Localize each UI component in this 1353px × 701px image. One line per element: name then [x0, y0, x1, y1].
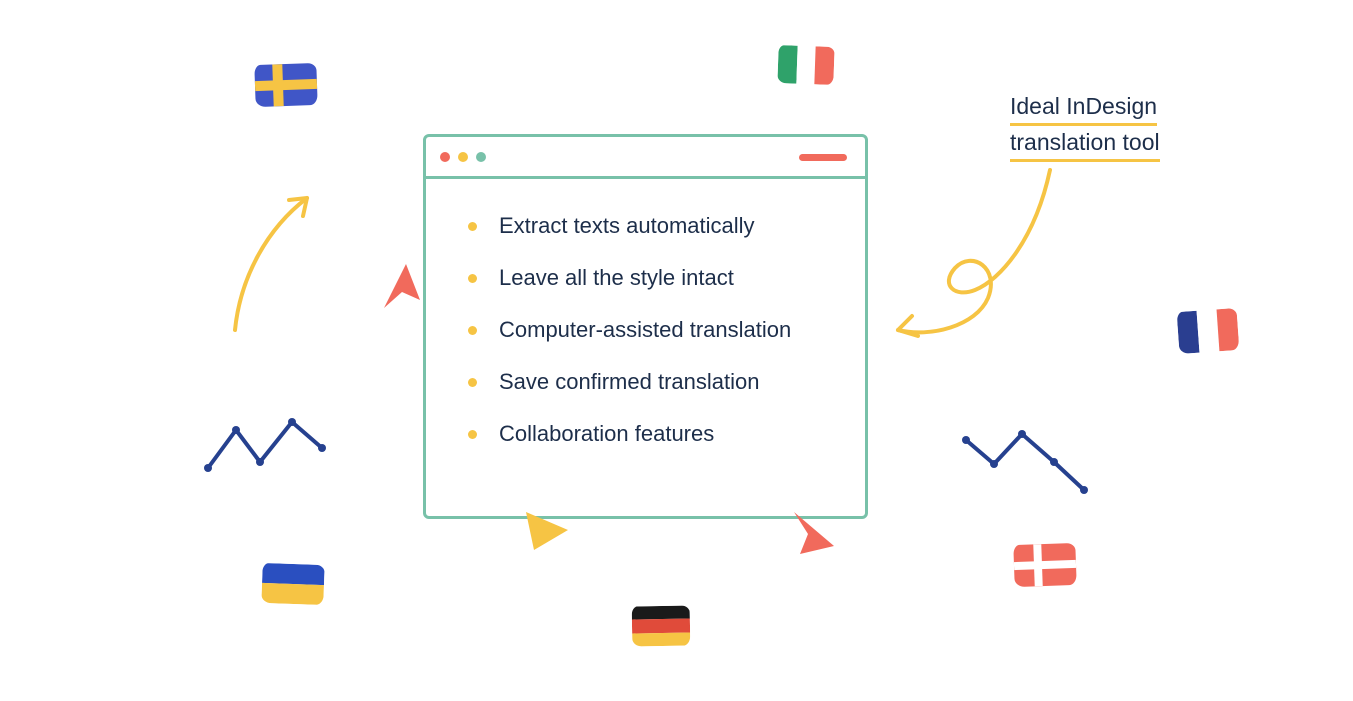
squiggle-right-icon	[960, 418, 1110, 508]
arrow-red-upper-left-icon	[370, 260, 430, 320]
feature-text: Leave all the style intact	[499, 265, 734, 291]
titlebar-accent-dash	[799, 154, 847, 161]
feature-item: Collaboration features	[468, 421, 837, 447]
arrow-callout-icon	[880, 150, 1100, 370]
feature-item: Computer-assisted translation	[468, 317, 837, 343]
flag-denmark-icon	[1013, 543, 1076, 587]
feature-text: Collaboration features	[499, 421, 714, 447]
feature-text: Computer-assisted translation	[499, 317, 791, 343]
window-body: Extract texts automatically Leave all th…	[426, 179, 865, 473]
feature-text: Save confirmed translation	[499, 369, 759, 395]
flag-ukraine-icon	[261, 563, 324, 605]
feature-item: Leave all the style intact	[468, 265, 837, 291]
flag-ireland-icon	[777, 45, 834, 85]
traffic-light-minimize-icon	[458, 152, 468, 162]
feature-list: Extract texts automatically Leave all th…	[468, 213, 837, 447]
flag-sweden-icon	[254, 63, 317, 107]
bullet-icon	[468, 326, 477, 335]
callout-line-1: Ideal InDesign	[1010, 90, 1157, 126]
feature-window: Extract texts automatically Leave all th…	[423, 134, 868, 519]
traffic-light-close-icon	[440, 152, 450, 162]
feature-item: Extract texts automatically	[468, 213, 837, 239]
arrow-red-lower-right-icon	[786, 496, 846, 556]
traffic-light-zoom-icon	[476, 152, 486, 162]
bullet-icon	[468, 430, 477, 439]
bullet-icon	[468, 222, 477, 231]
bullet-icon	[468, 378, 477, 387]
window-titlebar	[426, 137, 865, 179]
feature-item: Save confirmed translation	[468, 369, 837, 395]
flag-germany-icon	[632, 605, 691, 646]
flag-france-icon	[1177, 308, 1240, 354]
squiggle-left-icon	[202, 408, 352, 488]
cursor-triangle-icon	[520, 506, 574, 556]
bullet-icon	[468, 274, 477, 283]
arrow-upswing-icon	[215, 180, 335, 350]
feature-text: Extract texts automatically	[499, 213, 755, 239]
